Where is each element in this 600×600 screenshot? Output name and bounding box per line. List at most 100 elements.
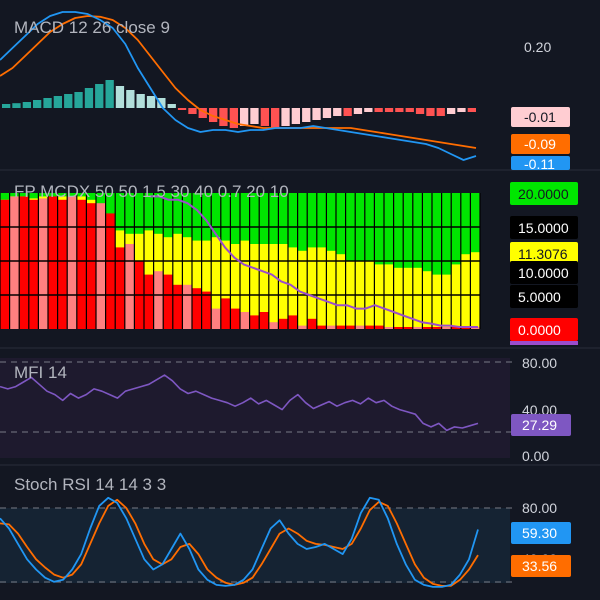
mcdx-red-bar: [211, 308, 221, 329]
mcdx-yellow-bar: [374, 264, 384, 329]
mcdx-red-bar: [345, 325, 356, 329]
macd-hist-bar: [353, 108, 363, 114]
macd-hist-bar: [84, 88, 94, 108]
macd-hist-bar: [302, 108, 311, 122]
mcdx-red-bar: [28, 199, 39, 329]
mcdx-red-bar: [288, 315, 298, 329]
mfi-title[interactable]: MFI 14: [14, 363, 67, 382]
mcdx-red-bar: [422, 327, 432, 329]
mcdx-red-bar: [307, 318, 317, 329]
mcdx-red-bar: [144, 274, 154, 329]
macd-hist-bar: [105, 80, 114, 108]
mcdx-10-badge-text: 10.0000: [518, 265, 569, 281]
mcdx-red-bar: [230, 308, 240, 329]
mcdx-yellow-bar: [451, 264, 461, 329]
macd-hist-bar: [229, 108, 238, 128]
mfi-badge: 27.29: [511, 414, 571, 436]
mcdx-red-bar: [326, 325, 336, 329]
mcdx-red-bar: [38, 198, 48, 329]
macd-hist-bar: [374, 108, 383, 112]
macd-hist-bar: [364, 108, 373, 112]
mcdx-red-bar: [240, 312, 250, 329]
mcdx-red-bar: [0, 199, 10, 329]
mcdx-red-bar: [364, 325, 375, 329]
macd-hist-bar: [260, 108, 269, 126]
mfi-axis-0: 0.00: [522, 448, 549, 464]
macd-signal-badge: -0.09: [511, 134, 570, 154]
mcdx-red-bar: [163, 274, 173, 329]
macd-hist-bar: [333, 108, 342, 116]
macd-hist-bar: [167, 104, 176, 108]
macd-hist-bar: [95, 84, 104, 108]
mcdx-red-bar: [105, 213, 116, 329]
mcdx-yellow-bar: [278, 244, 288, 329]
mcdx-red-bar: [67, 196, 77, 329]
mcdx-yellow-bar: [441, 274, 452, 329]
macd-hist-bar: [2, 104, 11, 108]
macd-hist-bar: [136, 94, 145, 108]
mcdx-15-badge-text: 15.0000: [518, 220, 569, 236]
macd-hist-bar: [33, 100, 42, 108]
mcdx-yellow-bar: [326, 250, 336, 329]
macd-line-badge-text: -0.11: [524, 156, 555, 172]
mcdx-yellow-bar: [307, 247, 317, 329]
mcdx-red-bar: [182, 284, 192, 329]
mcdx-yellow-bar: [403, 267, 413, 329]
macd-hist-bar: [343, 108, 352, 116]
macd-hist-bar: [43, 98, 52, 108]
macd-hist-bar: [115, 86, 125, 108]
mcdx-yellow-badge-text: 11.3076: [518, 246, 568, 262]
mcdx-red-bar: [441, 327, 452, 329]
macd-hist-bar: [426, 108, 435, 116]
mcdx-red-bar: [268, 322, 279, 329]
stoch-band: [0, 508, 510, 583]
macd-hist-bar: [53, 96, 62, 108]
mcdx-yellow-bar: [470, 252, 480, 329]
macd-hist-bar: [12, 103, 21, 108]
mcdx-red-bar: [374, 325, 384, 329]
mcdx-red-bar: [76, 199, 87, 329]
macd-hist-bar: [405, 108, 414, 112]
mcdx-red-bar: [86, 203, 96, 329]
macd-hist-bar: [291, 108, 300, 124]
mcdx-red-badge: 0.0000: [510, 318, 578, 341]
macd-hist-bar: [219, 108, 228, 126]
mcdx-15-badge: 15.0000: [510, 216, 578, 239]
mcdx-red-bar: [201, 291, 212, 329]
macd-hist-bar: [64, 94, 73, 108]
stoch-k-badge: 59.30: [511, 522, 571, 544]
macd-hist-bar: [22, 102, 31, 108]
mcdx-yellow-bar: [268, 244, 279, 329]
mcdx-5-badge-text: 5.0000: [518, 289, 561, 305]
macd-hist-bar: [177, 108, 187, 110]
mcdx-red-bar: [249, 315, 260, 329]
mcdx-red-bar: [412, 327, 423, 329]
mcdx-red-bar: [278, 318, 288, 329]
mcdx-yellow-bar: [432, 274, 442, 329]
macd-title[interactable]: MACD 12 26 close 9: [14, 18, 170, 37]
stoch-d-badge-text: 33.56: [522, 558, 557, 574]
mcdx-line-badge: [510, 341, 578, 345]
mfi-axis-80: 80.00: [522, 355, 557, 371]
mcdx-title[interactable]: FP MCDX 50 50 1.5 30 40 0.7 20 10: [14, 182, 289, 201]
mcdx-yellow-bar: [384, 264, 394, 329]
mcdx-red-badge-text: 0.0000: [518, 322, 561, 338]
macd-hist-badge-text: -0.01: [524, 109, 556, 125]
macd-axis-label: 0.20: [524, 39, 551, 55]
macd-hist-bar: [415, 108, 425, 114]
macd-signal-badge-text: -0.09: [524, 136, 556, 152]
stoch-title[interactable]: Stoch RSI 14 14 3 3: [14, 475, 166, 494]
mcdx-red-bar: [115, 247, 125, 329]
macd-hist-bar: [240, 108, 249, 126]
mfi-band: [0, 358, 510, 458]
mcdx-yellow-bar: [460, 254, 471, 329]
macd-hist-bar: [467, 108, 476, 112]
mcdx-red-bar: [172, 284, 183, 329]
macd-hist-bar: [384, 108, 394, 112]
macd-hist-bar: [271, 108, 280, 128]
mcdx-yellow-bar: [316, 247, 327, 329]
mcdx-10-badge: 10.0000: [510, 261, 578, 284]
mcdx-red-bar: [259, 312, 269, 329]
macd-hist-bar: [146, 96, 156, 108]
macd-line-badge: -0.11: [511, 156, 570, 172]
